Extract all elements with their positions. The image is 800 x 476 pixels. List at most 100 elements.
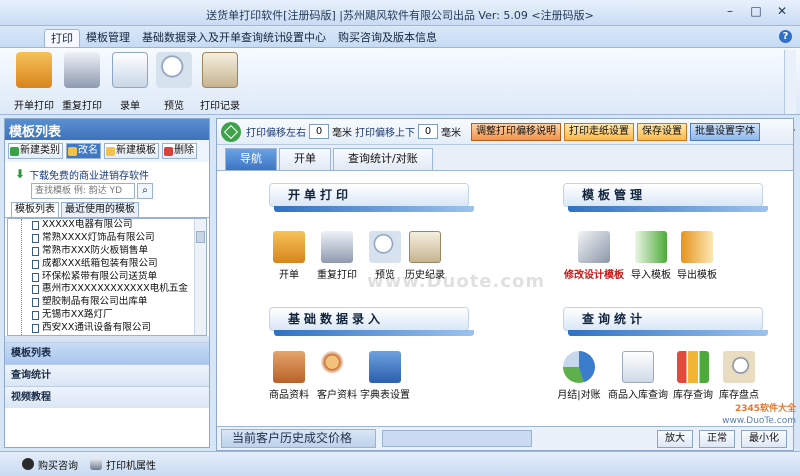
title-bar: 送货单打印软件[注册码版] |苏州飓风软件有限公司出品 Ver: 5.09 <注… [0,0,800,26]
tree-item[interactable]: 常熟市XXX防火板销售单 [8,245,206,258]
history-price-field [382,430,532,447]
save-settings-button[interactable]: 保存设置 [637,122,687,141]
template-icon [106,146,115,156]
delete-button[interactable]: 删除 [162,143,197,159]
print-record-button[interactable]: 打印记录 [196,52,244,112]
new-template-button[interactable]: 新建模板 [104,143,159,159]
printer-properties-button[interactable]: 打印机属性 [90,457,156,472]
product-inbound-query-item[interactable]: 商品入库查询 [605,351,671,401]
tree-item[interactable]: XXXXX电器有限公司 [8,219,206,232]
tree-item[interactable]: 无锡市XX路灯厂 [8,309,206,322]
tree-scrollbar[interactable] [194,219,206,335]
tab-recent-templates[interactable]: 最近使用的模板 [61,202,139,217]
tab-template-manage[interactable]: 模板管理 [80,29,136,47]
magnifier-icon [156,52,192,88]
panel-header: 模板列表 [5,119,209,140]
document-icon [32,221,39,230]
tree-item[interactable]: 西安XX通讯设备有限公司 [8,322,206,335]
content-tabs: 导航 开单 查询统计/对账 [217,145,793,171]
nav-query-stats[interactable]: 查询统计 [5,364,209,386]
checklist-icon [202,52,238,88]
offset-lr-input[interactable]: 0 [309,124,329,139]
dictionary-settings-item[interactable]: 字典表设置 [357,351,413,401]
tree-item[interactable]: 环保松紧带有限公司送货单 [8,271,206,284]
maximize-button[interactable]: □ [746,4,766,20]
tree-item[interactable]: 常熟XXXX灯饰品有限公司 [8,232,206,245]
ribbon-scrollbar[interactable] [784,50,796,114]
tab-open-bill[interactable]: 开单 [279,148,331,170]
document-icon [32,233,39,243]
plus-icon [10,146,19,156]
help-icon[interactable]: ? [779,30,792,43]
tab-print[interactable]: 打印 [44,29,80,47]
preview-button[interactable]: 预览 [150,52,198,112]
new-category-button[interactable]: 新建类别 [8,143,63,159]
tab-query-reconcile[interactable]: 查询统计/对账 [333,148,433,170]
people-icon [321,351,353,383]
tab-template-list[interactable]: 模板列表 [11,202,59,217]
cashier-icon [273,231,305,263]
download-link[interactable]: ⬇ 下载免费的商业进销存软件 [5,162,209,182]
open-bill-print-button[interactable]: 开单打印 [10,52,58,112]
batch-font-button[interactable]: 批量设置字体 [690,122,760,141]
tree-item[interactable]: 惠州市XXXXXXXXXXXX电机五金 [8,283,206,296]
section-billing-title: 开单打印 [269,183,474,212]
corner-watermark: 2345软件大全 www.DuoTe.com [722,404,796,426]
normal-size-button[interactable]: 正常 [699,429,735,448]
bar-chart-icon [677,351,709,383]
magnifier-icon [723,351,755,383]
monthly-reconcile-item[interactable]: 月结|对账 [551,351,607,401]
box-icon [273,351,305,383]
offset-help-button[interactable]: 调整打印偏移说明 [471,122,561,141]
document-icon [32,298,39,308]
tab-purchase-info[interactable]: 购买咨询及版本信息 [332,29,443,47]
document-icon [32,246,39,256]
minimize-button[interactable]: – [720,4,740,20]
window-title: 送货单打印软件[注册码版] |苏州飓风软件有限公司出品 Ver: 5.09 <注… [206,9,594,22]
rename-icon [68,146,77,156]
reprint-button[interactable]: 重复打印 [58,52,106,112]
document-icon [32,259,39,269]
section-query-title: 查询统计 [563,307,768,336]
pie-chart-icon [563,351,595,383]
nav-template-list[interactable]: 模板列表 [5,342,209,364]
template-tree: XXXXX电器有限公司 常熟XXXX灯饰品有限公司 常熟市XXX防火板销售单 成… [7,218,207,336]
stocktake-item[interactable]: 库存盘点 [711,351,767,401]
ribbon-tabs: 打印 模板管理 基础数据录入及开单查询统计 设置中心 购买咨询及版本信息 ? [0,26,800,47]
report-icon [622,351,654,383]
ribbon: 开单打印 重复打印 录单 预览 打印记录 [0,47,800,115]
import-arrow-icon [635,231,667,263]
clipboard-icon [112,52,148,88]
enter-bill-button[interactable]: 录单 [106,52,154,112]
tab-settings[interactable]: 设置中心 [276,29,332,47]
status-line: 当前客户历史成交价格 放大 正常 最小化 [217,426,793,450]
tree-item[interactable]: 成都XXX纸箱包装有限公司 [8,258,206,271]
bottom-bar: 购买咨询 打印机属性 [0,451,800,476]
document-icon [32,324,39,334]
tab-basic-data[interactable]: 基础数据录入及开单查询统计 [136,29,291,47]
edit-design-template-item[interactable]: 修改设计模板 [563,231,625,281]
tree-item[interactable]: 塑胶制品有限公司出库单 [8,296,206,309]
export-arrow-icon [681,231,713,263]
watermark-text: www.Duote.com [367,271,546,292]
search-icon[interactable]: ⌕ [137,183,153,199]
document-icon [32,272,39,282]
template-panel: 模板列表 新建类别 改名 新建模板 删除 ⬇ 下载免费的商业进销存软件 ⌕ 模板… [4,118,210,448]
rename-button[interactable]: 改名 [66,143,101,159]
printer-icon [64,52,100,88]
export-template-item[interactable]: 导出模板 [669,231,725,281]
minimize-view-button[interactable]: 最小化 [741,429,787,448]
main-panel: 打印偏移左右 0 毫米 打印偏移上下 0 毫米 调整打印偏移说明 打印走纸设置 … [216,118,794,451]
zoom-in-button[interactable]: 放大 [657,429,693,448]
buy-consult-button[interactable]: 购买咨询 [22,457,78,472]
offset-ud-input[interactable]: 0 [418,124,438,139]
template-search-input[interactable] [31,183,135,199]
cashier-icon [16,52,52,88]
nav-video-tutorial[interactable]: 视频教程 [5,386,209,408]
section-basic-data-title: 基础数据录入 [269,307,474,336]
close-button[interactable]: ✕ [772,4,792,20]
drafting-tools-icon [578,231,610,263]
navigation-canvas: 开单打印 开单 重复打印 预览 历史纪录 模板管理 修改设计模板 导入模板 导出… [217,171,793,426]
tab-navigation[interactable]: 导航 [225,148,277,170]
paper-feed-settings-button[interactable]: 打印走纸设置 [564,122,634,141]
